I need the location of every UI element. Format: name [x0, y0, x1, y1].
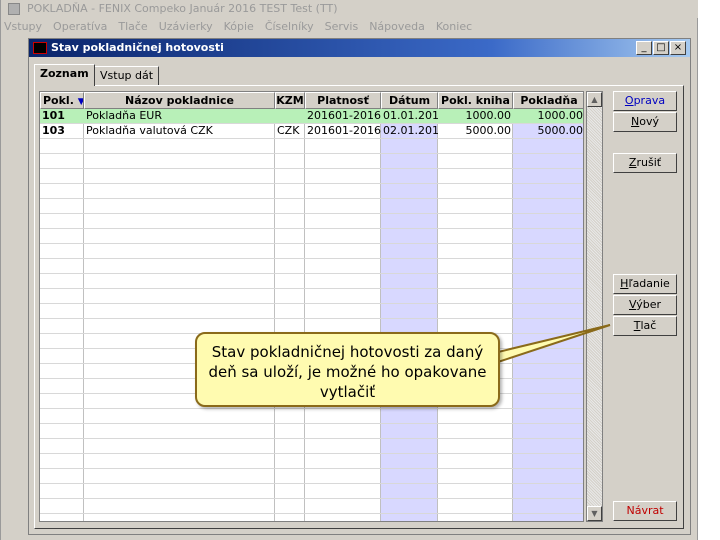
grid-line	[40, 213, 583, 214]
tab-zoznam[interactable]: Zoznam	[34, 64, 95, 86]
cell-pokl: 103	[42, 124, 65, 137]
grid-line	[40, 258, 583, 259]
navrat-button[interactable]: Návrat	[613, 501, 677, 521]
vyber-button[interactable]: Výber	[613, 295, 677, 315]
grid-line	[40, 513, 583, 514]
grid-line	[40, 273, 583, 274]
grid-line	[40, 303, 583, 304]
grid-col	[84, 92, 275, 521]
menu-servis[interactable]: Servis	[325, 18, 359, 36]
minimize-button[interactable]: _	[636, 41, 652, 55]
application-window: POKLADŇA - FENIX Compeko Január 2016 TES…	[0, 0, 698, 540]
oprava-button[interactable]: Oprava	[613, 91, 677, 111]
grid-col	[275, 92, 305, 521]
cell-datum: 01.01.2016	[383, 109, 438, 122]
grid-line	[40, 288, 583, 289]
cell-kzm: CZK	[277, 124, 300, 137]
header-pokl-kniha[interactable]: Pokl. kniha	[438, 92, 513, 109]
tlac-button[interactable]: Tlač	[613, 316, 677, 336]
menu-bar: Vstupy Operatíva Tlače Uzávierky Kópie Číseln…	[1, 18, 698, 36]
grid-col	[305, 92, 381, 521]
app-title: POKLADŇA - FENIX Compeko Január 2016 TES…	[27, 2, 338, 15]
zrusit-button[interactable]: Zrušiť	[613, 153, 677, 173]
button-label: prava	[633, 94, 666, 107]
callout-note: Stav pokladničnej hotovosti za daný deň …	[195, 332, 500, 407]
menu-napoveda[interactable]: Nápoveda	[369, 18, 425, 36]
hladanie-button[interactable]: Hľadanie	[613, 274, 677, 294]
app-title-bar: POKLADŇA - FENIX Compeko Január 2016 TES…	[1, 0, 698, 18]
data-grid[interactable]: Pokl. ▼ Názov pokladnice KZM Platnosť Dá…	[39, 91, 584, 522]
grid-line	[40, 438, 583, 439]
cell-datum: 02.01.2015	[383, 124, 438, 137]
grid-col-highlight	[513, 92, 583, 521]
cell-pokladna: 1000.00	[537, 109, 584, 122]
window-title: Stav pokladničnej hotovosti	[51, 41, 224, 54]
window-icon	[33, 42, 47, 54]
cell-platnost: 201601-201612	[307, 109, 381, 122]
button-label: rušiť	[636, 156, 662, 169]
cell-pokl-kniha: 1000.00	[465, 109, 512, 122]
cell-kzm	[275, 109, 305, 123]
button-label: lač	[640, 319, 657, 332]
cell-nazov: Pokladňa EUR	[86, 109, 162, 122]
grid-line	[40, 123, 583, 124]
menu-operativa[interactable]: Operatíva	[53, 18, 107, 36]
grid-line	[40, 453, 583, 454]
grid-line	[40, 408, 583, 409]
scroll-up-icon[interactable]: ▲	[587, 92, 602, 107]
app-icon	[8, 3, 20, 15]
table-row[interactable]: 103 Pokladňa valutová CZK CZK 201601-201…	[40, 124, 584, 138]
grid-line	[40, 183, 583, 184]
grid-line	[40, 153, 583, 154]
button-label: ýber	[636, 298, 662, 311]
grid-line	[40, 138, 583, 139]
header-pokladna[interactable]: Pokladňa	[513, 92, 583, 109]
grid-line	[40, 423, 583, 424]
button-label: ový	[639, 115, 659, 128]
grid-line	[40, 498, 583, 499]
grid-line	[40, 483, 583, 484]
header-platnost[interactable]: Platnosť	[305, 92, 381, 109]
maximize-button[interactable]: □	[653, 41, 669, 55]
grid-line	[40, 168, 583, 169]
header-label: Pokl.	[43, 94, 74, 107]
header-pokl[interactable]: Pokl. ▼	[40, 92, 84, 109]
novy-button[interactable]: Nový	[613, 112, 677, 132]
header-datum[interactable]: Dátum	[381, 92, 438, 109]
grid-line	[40, 468, 583, 469]
grid-line	[40, 243, 583, 244]
cell-nazov: Pokladňa valutová CZK	[86, 124, 213, 137]
menu-koniec[interactable]: Koniec	[436, 18, 472, 36]
menu-tlace[interactable]: Tlače	[118, 18, 147, 36]
grid-col	[438, 92, 513, 521]
header-nazov[interactable]: Názov pokladnice	[84, 92, 275, 109]
cell-pokl: 101	[42, 109, 65, 122]
grid-col-highlight	[381, 92, 438, 521]
menu-vstupy[interactable]: Vstupy	[4, 18, 42, 36]
menu-ciselniky[interactable]: Číselníky	[265, 18, 314, 36]
cell-platnost: 201601-201612	[307, 124, 381, 137]
button-label: ľadanie	[628, 277, 670, 290]
table-row[interactable]: 101 Pokladňa EUR 201601-201612 01.01.201…	[40, 109, 584, 123]
vertical-scrollbar[interactable]: ▲ ▼	[586, 91, 603, 522]
child-title-bar: Stav pokladničnej hotovosti _ □ ×	[29, 39, 690, 57]
close-button[interactable]: ×	[670, 41, 686, 55]
child-window: Stav pokladničnej hotovosti _ □ × Zoznam…	[28, 38, 691, 535]
grid-col	[40, 92, 84, 521]
hotkey: O	[624, 94, 634, 107]
cell-pokl-kniha: 5000.00	[465, 124, 512, 137]
header-kzm[interactable]: KZM	[275, 92, 305, 109]
grid-line	[40, 198, 583, 199]
grid-line	[40, 318, 583, 319]
menu-kopie[interactable]: Kópie	[224, 18, 254, 36]
grid-line	[40, 228, 583, 229]
hotkey: N	[631, 115, 640, 128]
menu-uzavierky[interactable]: Uzávierky	[159, 18, 213, 36]
tab-vstup-dat[interactable]: Vstup dát	[94, 66, 160, 86]
scroll-down-icon[interactable]: ▼	[587, 506, 602, 521]
cell-pokladna: 5000.00	[537, 124, 584, 137]
